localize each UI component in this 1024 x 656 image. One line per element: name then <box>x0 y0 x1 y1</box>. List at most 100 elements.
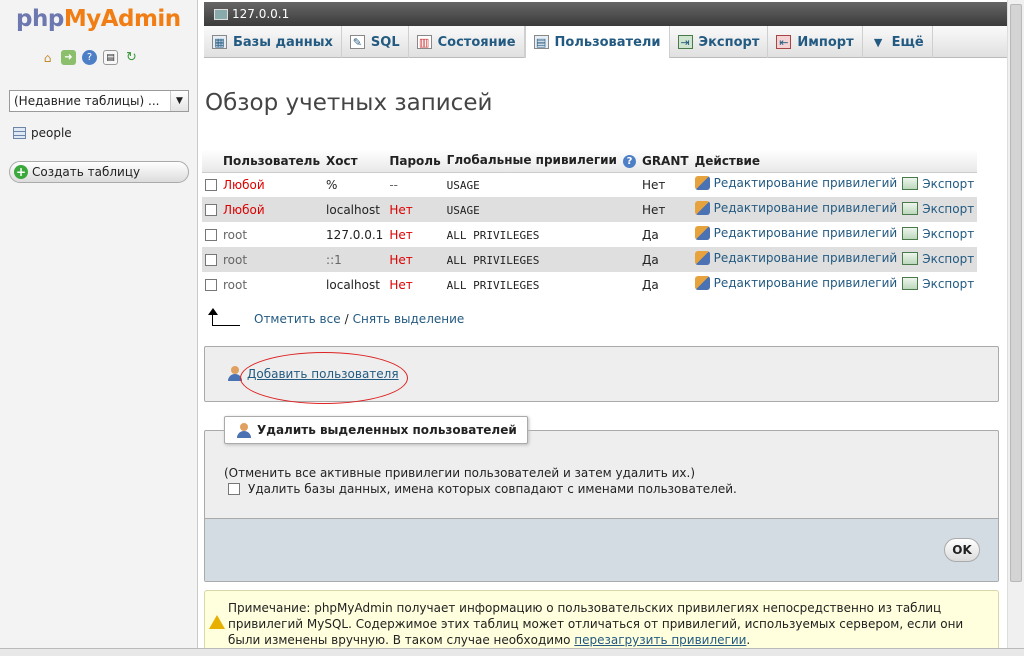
export-icon <box>902 202 919 215</box>
docs-icon[interactable]: ▤ <box>103 50 118 65</box>
edit-privileges-label: Редактирование привилегий <box>713 251 898 265</box>
ok-button[interactable]: OK <box>944 538 980 562</box>
plus-icon: + <box>14 165 28 179</box>
grant-value: Нет <box>641 177 666 192</box>
tab-import[interactable]: ⇤ Импорт <box>768 26 863 58</box>
edit-privileges-link[interactable]: Редактирование привилегий <box>694 226 897 240</box>
host-name: ::1 <box>326 252 342 267</box>
export-user-link[interactable]: Экспорт <box>902 227 974 241</box>
password-status: -- <box>389 177 398 192</box>
vertical-scrollbar[interactable] <box>1007 0 1024 656</box>
row-select-cell <box>202 222 220 247</box>
table-row: root localhost Нет ALL PRIVILEGES Да Редактир… <box>202 272 978 297</box>
row-checkbox[interactable] <box>205 204 217 216</box>
host-cell: 127.0.0.1 <box>323 222 387 247</box>
server-host-link[interactable]: 127.0.0.1 <box>232 7 289 21</box>
row-checkbox[interactable] <box>205 254 217 266</box>
recent-tables-value: (Недавние таблицы) ... <box>14 94 160 108</box>
row-checkbox[interactable] <box>205 179 217 192</box>
privileges-value: ALL PRIVILEGES <box>446 278 540 292</box>
privileges-value: USAGE <box>446 178 480 192</box>
edit-privileges-link[interactable]: Редактирование привилегий <box>694 176 897 191</box>
export-user-link[interactable]: Экспорт <box>902 252 974 266</box>
tab-label: Базы данных <box>233 34 333 50</box>
privileges-value: ALL PRIVILEGES <box>446 228 540 242</box>
privileges-cell: USAGE <box>443 197 639 222</box>
host-cell: localhost <box>323 272 387 297</box>
user-cell: Любой <box>220 197 324 222</box>
host-name: localhost <box>326 277 380 292</box>
tab-databases[interactable]: ▦ Базы данных <box>204 26 342 58</box>
delete-users-title: Удалить выделенных пользователей <box>257 423 517 437</box>
row-checkbox[interactable] <box>205 229 217 241</box>
select-column-header <box>202 150 220 173</box>
edit-privileges-link[interactable]: Редактирование привилегий <box>694 251 898 265</box>
tab-sql[interactable]: ✎ SQL <box>342 26 409 58</box>
tab-users[interactable]: ▤ Пользователи <box>524 26 670 58</box>
tab-status[interactable]: ▥ Состояние <box>409 26 525 58</box>
page-title: Обзор учетных записей <box>205 90 493 116</box>
user-cell: root <box>220 272 324 297</box>
privileges-cell: ALL PRIVILEGES <box>443 272 639 297</box>
table-row: root::1 Нет ALL PRIVILEGES Да Редактирование… <box>202 247 978 272</box>
export-label: Экспорт <box>922 201 975 216</box>
export-user-link[interactable]: Экспорт <box>902 277 974 291</box>
recent-tables-select[interactable]: (Недавние таблицы) ... ▼ <box>9 90 189 112</box>
tab-export[interactable]: ⇥ Экспорт <box>670 26 769 58</box>
database-name[interactable]: people <box>31 126 72 140</box>
reload-icon[interactable]: ↻ <box>124 50 139 65</box>
scrollbar-thumb[interactable] <box>1010 4 1022 582</box>
exit-icon[interactable]: ➜ <box>61 50 76 65</box>
server-breadcrumb: 127.0.0.1 <box>204 2 1007 26</box>
tab-label: Ещё <box>891 34 924 50</box>
edit-privileges-link[interactable]: Редактирование привилегий <box>694 276 897 290</box>
navigation-panel: phpMyAdmin ⌂ ➜ ? ▤ ↻ (Недавние таблицы) … <box>0 0 198 656</box>
delete-users-legend: Удалить выделенных пользователей <box>224 416 528 444</box>
uncheck-all-link[interactable]: Снять выделение <box>353 312 465 326</box>
password-cell: Нет <box>386 272 444 297</box>
home-icon[interactable]: ⌂ <box>40 50 55 65</box>
users-icon: ▤ <box>533 35 549 49</box>
action-cell: Редактирование привилегий Экспорт <box>691 197 978 222</box>
row-select-cell <box>202 272 220 297</box>
logo-php: php <box>16 6 64 32</box>
password-cell: -- <box>386 172 444 197</box>
column-header-privileges: Глобальные привилегии? <box>443 150 639 173</box>
column-header-grant: GRANT <box>638 150 692 173</box>
host-name: localhost <box>326 202 380 217</box>
drop-databases-option[interactable]: Удалить базы данных, имена которых совпа… <box>228 482 737 496</box>
reload-privileges-link[interactable]: перезагрузить привилегии <box>574 633 746 647</box>
database-icon: ▦ <box>212 35 227 49</box>
drop-databases-checkbox[interactable] <box>228 483 240 495</box>
row-checkbox[interactable] <box>205 279 217 291</box>
user-cell: Любой <box>220 172 324 197</box>
row-select-cell <box>202 197 220 222</box>
database-icon <box>13 127 26 139</box>
drop-databases-label[interactable]: Удалить базы данных, имена которых совпа… <box>248 482 737 496</box>
privileges-cell: ALL PRIVILEGES <box>443 247 639 272</box>
tab-more[interactable]: ▼ Ещё <box>863 26 933 58</box>
action-cell: Редактирование привилегий Экспорт <box>691 247 978 272</box>
help-icon[interactable]: ? <box>82 50 97 65</box>
database-list-item[interactable]: people <box>13 126 72 140</box>
create-table-button[interactable]: + Создать таблицу <box>9 161 189 183</box>
edit-privileges-link[interactable]: Редактирование привилегий <box>694 201 897 215</box>
export-user-link[interactable]: Экспорт <box>902 177 974 191</box>
check-all-link[interactable]: Отметить все <box>254 312 341 326</box>
user-name: root <box>223 252 248 267</box>
notice-text: Примечание: phpMyAdmin получает информац… <box>228 600 993 648</box>
action-cell: Редактирование привилегий Экспорт <box>691 222 978 247</box>
phpmyadmin-logo[interactable]: phpMyAdmin <box>16 6 181 32</box>
edit-privileges-icon <box>694 201 710 215</box>
help-icon[interactable]: ? <box>622 155 636 169</box>
create-table-label: Создать таблицу <box>32 165 141 179</box>
chevron-down-icon[interactable]: ▼ <box>170 91 188 111</box>
table-row: root 127.0.0.1 Нет ALL PRIVILEGES Да Редактир… <box>202 222 978 247</box>
export-user-link[interactable]: Экспорт <box>902 202 974 216</box>
warning-icon <box>209 615 225 629</box>
import-icon: ⇤ <box>776 35 792 49</box>
server-icon <box>214 8 228 20</box>
export-icon <box>902 277 919 290</box>
privileges-cell: USAGE <box>443 172 639 197</box>
annotation-ellipse <box>240 352 408 404</box>
